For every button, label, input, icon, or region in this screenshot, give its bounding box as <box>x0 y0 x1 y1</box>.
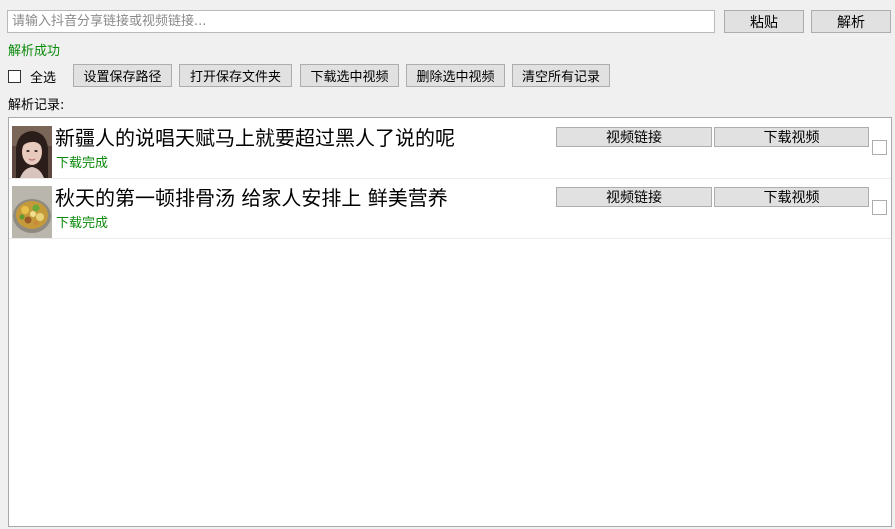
record-row[interactable]: 秋天的第一顿排骨汤 给家人安排上 鲜美营养 下载完成 视频链接 下载视频 <box>9 178 891 239</box>
video-link-button[interactable]: 视频链接 <box>556 187 712 207</box>
girl-portrait-thumbnail <box>12 126 52 178</box>
record-status: 下载完成 <box>56 216 109 231</box>
record-title: 新疆人的说唱天赋马上就要超过黑人了说的呢 <box>55 126 455 150</box>
select-all-checkbox[interactable]: 全选 <box>8 67 57 86</box>
download-selected-button[interactable]: 下载选中视频 <box>300 64 399 87</box>
select-all-label: 全选 <box>30 70 57 86</box>
delete-selected-button[interactable]: 删除选中视频 <box>406 64 505 87</box>
record-checkbox[interactable] <box>872 140 887 155</box>
select-all-box[interactable] <box>8 69 21 83</box>
parse-status-text: 解析成功 <box>8 44 61 59</box>
share-link-input[interactable] <box>7 10 715 33</box>
record-title: 秋天的第一顿排骨汤 给家人安排上 鲜美营养 <box>55 186 448 210</box>
open-save-folder-button[interactable]: 打开保存文件夹 <box>179 64 292 87</box>
record-row[interactable]: 新疆人的说唱天赋马上就要超过黑人了说的呢 下载完成 视频链接 下载视频 <box>9 118 891 179</box>
parse-button[interactable]: 解析 <box>811 10 891 33</box>
record-status: 下载完成 <box>56 156 109 171</box>
records-list[interactable]: 新疆人的说唱天赋马上就要超过黑人了说的呢 下载完成 视频链接 下载视频 秋天的第… <box>8 117 892 527</box>
soup-bowl-thumbnail <box>12 186 52 238</box>
set-save-path-button[interactable]: 设置保存路径 <box>73 64 172 87</box>
download-video-button[interactable]: 下载视频 <box>714 187 869 207</box>
download-video-button[interactable]: 下载视频 <box>714 127 869 147</box>
paste-button[interactable]: 粘贴 <box>724 10 804 33</box>
clear-all-records-button[interactable]: 清空所有记录 <box>512 64 610 87</box>
video-link-button[interactable]: 视频链接 <box>556 127 712 147</box>
record-checkbox[interactable] <box>872 200 887 215</box>
records-label: 解析记录: <box>8 98 65 113</box>
app-window: 粘贴 解析 解析成功 全选 设置保存路径 打开保存文件夹 下载选中视频 删除选中… <box>0 0 895 529</box>
